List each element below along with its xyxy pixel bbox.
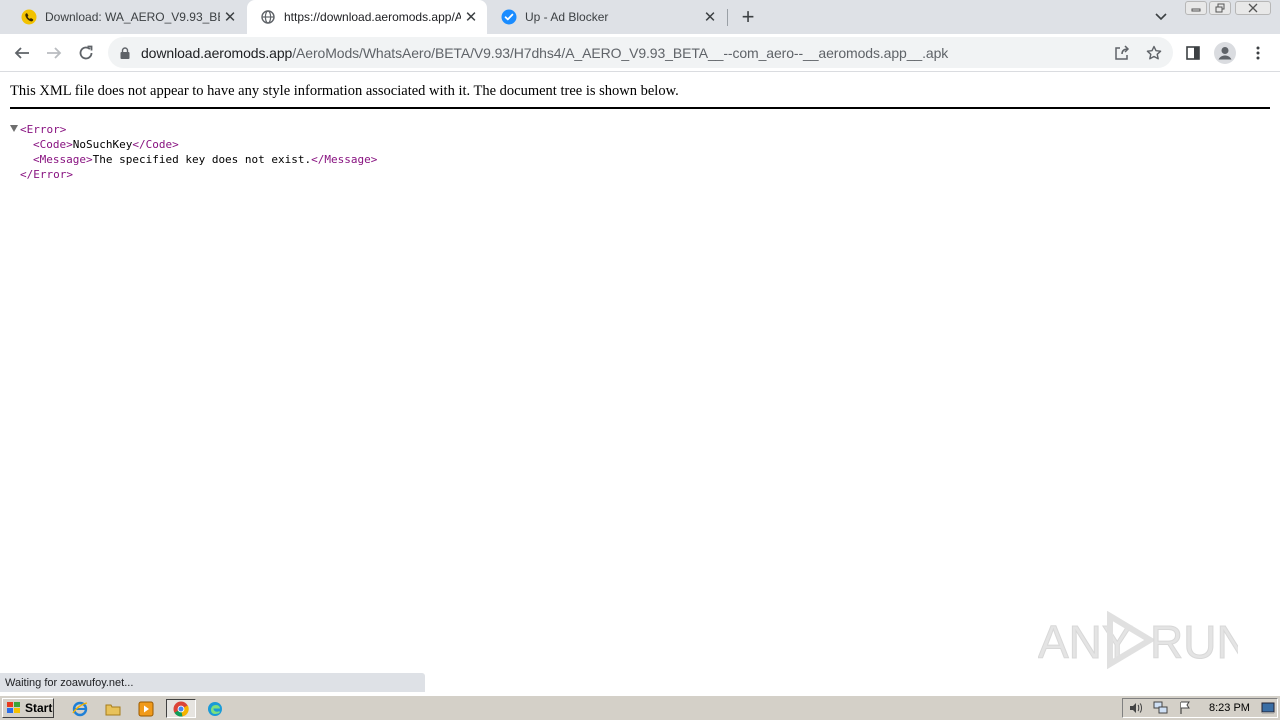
close-tab-icon[interactable]: ✕ <box>461 7 481 27</box>
reload-button[interactable] <box>75 42 97 64</box>
edge-icon[interactable] <box>205 699 225 718</box>
collapse-triangle-icon[interactable] <box>10 125 18 132</box>
tab-title: Download: WA_AERO_V9.93_BETA_ <box>45 10 220 24</box>
lock-icon[interactable] <box>120 46 130 64</box>
system-tray: 8:23 PM <box>1122 698 1278 718</box>
start-button[interactable]: Start <box>2 698 54 718</box>
globe-icon <box>260 9 276 25</box>
shield-check-icon <box>501 9 517 25</box>
restore-button[interactable] <box>1209 1 1231 15</box>
chrome-taskbar-icon[interactable] <box>166 699 196 718</box>
tab-search-chevron-icon[interactable] <box>1151 8 1171 26</box>
start-label: Start <box>25 701 53 715</box>
xml-root-open-line: <Error> <box>20 122 66 137</box>
media-player-icon[interactable] <box>136 699 156 718</box>
tab-xml-error[interactable]: https://download.aeromods.app/AeroMods ✕ <box>247 0 487 34</box>
menu-kebab-icon[interactable] <box>1247 42 1269 64</box>
windows-taskbar: Start 8:23 PM <box>0 695 1280 720</box>
address-bar[interactable]: download.aeromods.app/AeroMods/WhatsAero… <box>108 37 1173 68</box>
xml-info-banner: This XML file does not appear to have an… <box>10 83 1270 109</box>
internet-explorer-icon[interactable] <box>70 699 90 718</box>
url-text[interactable]: download.aeromods.app/AeroMods/WhatsAero… <box>141 45 948 61</box>
volume-icon[interactable] <box>1128 701 1144 715</box>
whatsaero-icon <box>21 9 37 25</box>
xml-code-line: <Code>NoSuchKey</Code> <box>33 137 179 152</box>
browser-toolbar: download.aeromods.app/AeroMods/WhatsAero… <box>0 34 1280 72</box>
close-tab-icon[interactable]: ✕ <box>700 7 720 27</box>
url-path: /AeroMods/WhatsAero/BETA/V9.93/H7dhs4/A_… <box>292 45 949 61</box>
svg-text:RUN: RUN <box>1150 616 1238 668</box>
side-panel-icon[interactable] <box>1182 42 1204 64</box>
minimize-button[interactable] <box>1185 1 1207 15</box>
xml-message-line: <Message>The specified key does not exis… <box>33 152 377 167</box>
profile-avatar-icon[interactable] <box>1214 42 1236 64</box>
tab-ad-blocker[interactable]: Up - Ad Blocker ✕ <box>488 0 726 34</box>
action-center-flag-icon[interactable] <box>1177 701 1193 715</box>
bookmark-star-icon[interactable] <box>1145 44 1163 62</box>
tab-title: Up - Ad Blocker <box>525 10 609 24</box>
network-icon[interactable] <box>1153 701 1169 715</box>
xml-root-close-line: </Error> <box>20 167 73 182</box>
xml-tag: </Error> <box>20 168 73 181</box>
tab-title: https://download.aeromods.app/AeroMods <box>284 10 461 24</box>
close-window-button[interactable] <box>1235 1 1271 15</box>
file-explorer-icon[interactable] <box>103 699 123 718</box>
back-button[interactable] <box>11 42 33 64</box>
tab-whatsaero-download[interactable]: Download: WA_AERO_V9.93_BETA_ ✕ <box>8 0 246 34</box>
new-tab-button[interactable]: + <box>737 4 759 29</box>
tab-strip: Download: WA_AERO_V9.93_BETA_ ✕ https://… <box>0 0 1280 34</box>
show-desktop-icon[interactable] <box>1260 701 1276 715</box>
xml-tag: </Code> <box>132 138 179 151</box>
close-tab-icon[interactable]: ✕ <box>220 7 240 27</box>
url-host: download.aeromods.app <box>141 45 293 61</box>
tab-separator <box>727 9 728 26</box>
xml-tag: <Error> <box>20 123 67 136</box>
forward-button[interactable] <box>43 42 65 64</box>
anyrun-watermark-logo: ANY RUN <box>1038 608 1250 672</box>
windows-flag-icon <box>6 701 22 715</box>
xml-tag: <Message> <box>33 153 93 166</box>
taskbar-clock[interactable]: 8:23 PM <box>1209 702 1250 714</box>
xml-tag: </Message> <box>311 153 378 166</box>
xml-message-value: The specified key does not exist. <box>92 153 312 166</box>
status-bubble: Waiting for zoawufoy.net... <box>0 673 425 692</box>
xml-code-value: NoSuchKey <box>72 138 133 151</box>
share-icon[interactable] <box>1113 44 1131 62</box>
xml-tag: <Code> <box>33 138 73 151</box>
